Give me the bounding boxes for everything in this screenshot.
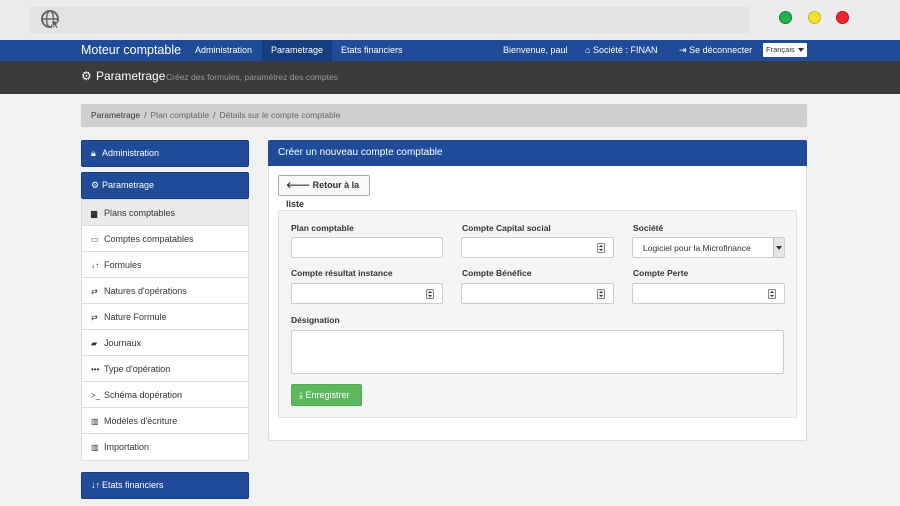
sort-icon: ↓↑: [91, 261, 99, 270]
compte-benefice-label: Compte Bénéfice: [462, 268, 532, 278]
tasks-icon: ▥: [91, 443, 99, 452]
spinner-icon[interactable]: [768, 289, 776, 299]
nav-etats-financiers[interactable]: Etats financiers: [332, 40, 412, 61]
gear-icon: ⚙: [81, 69, 92, 83]
plan-comptable-input[interactable]: [291, 237, 443, 258]
chevron-down-icon: [773, 238, 784, 257]
sidebar-item-label: Nature Formule: [104, 312, 167, 322]
sidebar-item-label: Plans comptables: [104, 208, 176, 218]
back-to-list-button[interactable]: 🡐 Retour à la liste: [278, 175, 370, 209]
spinner-icon[interactable]: [597, 243, 605, 253]
sidebar-item-modeles-ecriture[interactable]: ▥ Modèles d'écriture: [82, 408, 248, 434]
gear-icon: ⚙: [91, 180, 100, 190]
sidebar-item-importation[interactable]: ▥ Importation: [82, 434, 248, 460]
tasks-icon: ▥: [91, 417, 99, 426]
lock-icon: 🔒︎: [91, 148, 96, 158]
page-title: Parametrage: [96, 69, 166, 83]
compte-perte-label: Compte Perte: [633, 268, 689, 278]
compte-perte-input[interactable]: [632, 283, 785, 304]
language-select[interactable]: Français: [763, 43, 807, 57]
sidebar-etats-financiers[interactable]: ↓↑ Etats financiers: [81, 472, 249, 499]
browser-chrome: [0, 0, 900, 40]
language-value: Français: [766, 45, 795, 54]
company-label: Société : FINAN: [592, 45, 658, 55]
sidebar-menu: ▆ Plans comptables ▭ Comptes compatables ↓…: [81, 199, 249, 461]
folder-icon: ▆: [91, 209, 98, 218]
sidebar-etats-label: Etats financiers: [102, 480, 164, 490]
ellipsis-icon: •••: [91, 365, 100, 374]
compte-capital-input[interactable]: [461, 237, 614, 258]
sidebar-administration[interactable]: 🔒︎ Administration: [81, 140, 249, 167]
nav-parametrage[interactable]: Parametrage: [262, 40, 333, 61]
breadcrumb-separator: /: [144, 110, 147, 120]
welcome-text: Bienvenue, paul: [503, 45, 568, 55]
globe-cursor-icon: [41, 10, 60, 30]
sidebar-item-label: Modèles d'écriture: [104, 416, 178, 426]
save-icon: ⤓: [299, 390, 303, 400]
arrow-left-icon: 🡐: [286, 180, 311, 190]
breadcrumb: Parametrage / Plan comptable / Détails sur l…: [81, 104, 807, 127]
sidebar-item-label: Journaux: [104, 338, 142, 348]
logout-icon: ⇥: [679, 45, 687, 55]
console-icon: >_: [91, 391, 101, 400]
compte-resultat-input[interactable]: [291, 283, 443, 304]
compte-benefice-input[interactable]: [461, 283, 614, 304]
sidebar-administration-label: Administration: [102, 148, 160, 158]
brand[interactable]: Moteur comptable: [81, 43, 181, 57]
home-icon: ⌂: [585, 45, 591, 55]
sidebar-item-plans-comptables[interactable]: ▆ Plans comptables: [82, 200, 248, 226]
sidebar-item-journaux[interactable]: ▰ Journaux: [82, 330, 248, 356]
folder-open-icon: ▰: [91, 339, 98, 348]
sidebar-item-natures-operations[interactable]: ⇄ Natures d'opérations: [82, 278, 248, 304]
sidebar-item-label: Natures d'opérations: [104, 286, 187, 296]
spinner-icon[interactable]: [426, 289, 434, 299]
breadcrumb-item[interactable]: Parametrage: [91, 110, 140, 120]
breadcrumb-item[interactable]: Plan comptable: [151, 110, 210, 120]
societe-value: Logiciel pour la Microfinance: [643, 243, 751, 253]
hdd-icon: ▭: [91, 235, 99, 244]
save-button[interactable]: ⤓ Enregistrer: [291, 384, 362, 406]
logout-label: Se déconnecter: [689, 45, 753, 55]
page-header: ⚙ Parametrage Créez des formules, paramé…: [0, 61, 900, 94]
compte-resultat-label: Compte résultat instance: [291, 268, 393, 278]
save-button-label: Enregistrer: [305, 390, 350, 400]
sidebar-item-label: Schéma dopération: [104, 390, 183, 400]
breadcrumb-item: Détails sur le compte comptable: [219, 110, 341, 120]
societe-select[interactable]: Logiciel pour la Microfinance: [632, 237, 785, 258]
societe-label: Société: [633, 223, 664, 233]
window-control-red[interactable]: [836, 11, 849, 24]
chevron-down-icon: [798, 48, 804, 52]
sidebar-item-label: Comptes compatables: [104, 234, 194, 244]
window-control-green[interactable]: [779, 11, 792, 24]
sidebar-item-label: Importation: [104, 442, 150, 452]
compte-capital-label: Compte Capital social: [462, 223, 551, 233]
transfer-icon: ⇄: [91, 287, 98, 296]
designation-textarea[interactable]: [291, 330, 784, 374]
transfer-icon: ⇄: [91, 313, 98, 322]
sidebar-item-label: Formules: [104, 260, 142, 270]
sidebar-parametrage-label: Parametrage: [102, 180, 155, 190]
sidebar-item-formules[interactable]: ↓↑ Formules: [82, 252, 248, 278]
designation-label: Désignation: [291, 315, 340, 325]
nav-administration[interactable]: Administration: [186, 40, 261, 61]
sidebar-item-label: Type d'opération: [104, 364, 171, 374]
sidebar-item-schema-operation[interactable]: >_ Schéma dopération: [82, 382, 248, 408]
plan-comptable-label: Plan comptable: [291, 223, 354, 233]
sidebar-parametrage[interactable]: ⚙ Parametrage: [81, 172, 249, 199]
page-subtitle: Créez des formules, paramétrez des compt…: [166, 72, 338, 82]
sort-icon: ↓↑: [91, 480, 100, 490]
logout-link[interactable]: ⇥ Se déconnecter: [670, 40, 761, 61]
sidebar-item-type-operation[interactable]: ••• Type d'opération: [82, 356, 248, 382]
top-navbar: Moteur comptable Administration Parametr…: [0, 40, 900, 61]
company-link[interactable]: ⌂ Société : FINAN: [576, 40, 666, 61]
address-bar[interactable]: [30, 7, 749, 33]
panel-title: Créer un nouveau compte comptable: [268, 140, 807, 166]
sidebar-item-comptes[interactable]: ▭ Comptes compatables: [82, 226, 248, 252]
sidebar-item-nature-formule[interactable]: ⇄ Nature Formule: [82, 304, 248, 330]
spinner-icon[interactable]: [597, 289, 605, 299]
breadcrumb-separator: /: [213, 110, 216, 120]
window-control-yellow[interactable]: [808, 11, 821, 24]
